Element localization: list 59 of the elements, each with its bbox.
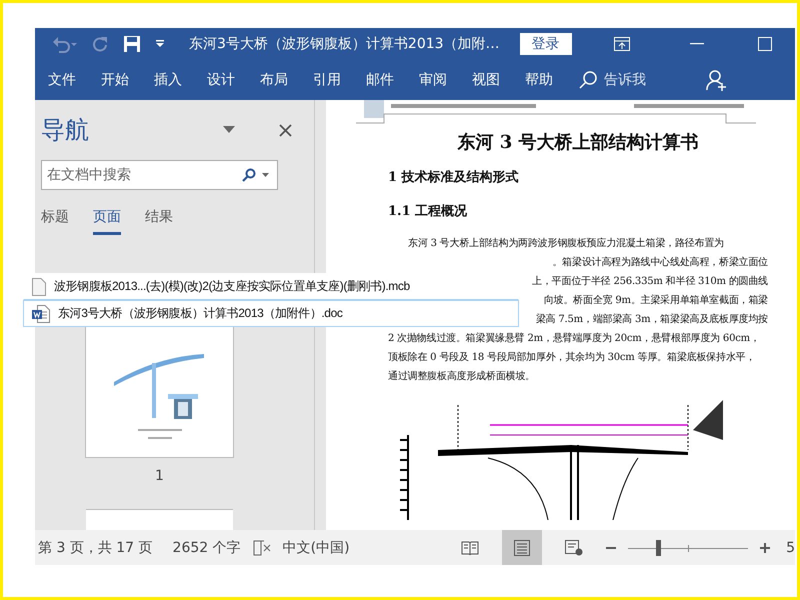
- word-document-icon: [32, 304, 50, 322]
- window-title: 东河3号大桥（波形钢腹板）计算书2013（加附…: [189, 35, 500, 53]
- section-heading: 1 技术标准及结构形式: [388, 169, 520, 186]
- text-line: 顶板除在 0 号段及 18 号段局部加厚外，其余均为 30cm 等厚。箱梁底板保持水平，: [388, 350, 756, 365]
- zoom-level[interactable]: 5: [786, 540, 795, 556]
- ribbon-tab[interactable]: 帮助: [525, 71, 553, 89]
- document-title: 东河 3 号大桥上部结构计算书: [456, 131, 700, 154]
- maximize-icon[interactable]: [758, 37, 772, 51]
- ribbon-tab[interactable]: 设计: [207, 71, 235, 89]
- print-view-button[interactable]: [502, 530, 542, 565]
- dropdown-icon[interactable]: [223, 126, 235, 134]
- caret-icon[interactable]: [262, 173, 269, 177]
- caret-icon[interactable]: [155, 39, 165, 49]
- pane-tab[interactable]: 标题: [41, 208, 69, 235]
- search-input[interactable]: 在文档中搜索: [45, 166, 236, 184]
- tell-me-field[interactable]: 告诉我: [604, 71, 646, 89]
- file-icon: [32, 278, 46, 296]
- text-line: 通过调整腹板高度形成桥面横坡。: [388, 370, 536, 384]
- text-line: 上，平面位于半径 256.335m 和半径 310m 的圆曲线: [532, 274, 768, 289]
- add-person-icon[interactable]: [706, 69, 728, 91]
- ribbon-tab[interactable]: 插入: [154, 71, 182, 89]
- proofing-icon[interactable]: [252, 540, 271, 556]
- pane-tab[interactable]: 结果: [145, 208, 173, 235]
- login-button[interactable]: 登录: [520, 33, 572, 55]
- text-line: 梁高 7.5m，端部梁高 3m，箱梁梁高及底板厚度均按: [536, 312, 768, 327]
- ribbon-tab[interactable]: 引用: [313, 71, 341, 89]
- search-box[interactable]: 在文档中搜索: [41, 160, 278, 190]
- book-icon: [461, 540, 480, 554]
- ribbon-tab[interactable]: 开始: [101, 71, 129, 89]
- pane-tab[interactable]: 页面: [93, 208, 121, 235]
- page-number: 1: [155, 468, 164, 484]
- minimize-icon[interactable]: [690, 43, 704, 45]
- web-page-icon: [565, 540, 584, 556]
- save-icon[interactable]: [123, 35, 141, 53]
- page-icon: [513, 540, 532, 556]
- page-count[interactable]: 第 3 页，共 17 页: [38, 538, 153, 556]
- ribbon-tab[interactable]: 文件: [48, 71, 76, 89]
- ribbon-tab[interactable]: 邮件: [366, 71, 394, 89]
- ribbon-tab[interactable]: 审阅: [419, 71, 447, 89]
- zoom-in-icon[interactable]: [760, 542, 770, 552]
- ribbon-tab[interactable]: 视图: [472, 71, 500, 89]
- text-line: 东河 3 号大桥上部结构为两跨波形钢腹板预应力混凝土箱梁，路径布置为: [407, 236, 725, 251]
- ribbon-tab[interactable]: 布局: [260, 71, 288, 89]
- language-label[interactable]: 中文(中国): [282, 538, 350, 556]
- file-item[interactable]: 东河3号大桥（波形钢腹板）计算书2013（加附件）.doc: [23, 300, 519, 327]
- slider-thumb[interactable]: [656, 540, 661, 556]
- pane-title: 导航: [41, 115, 89, 146]
- word-count[interactable]: 2652 个字: [172, 538, 241, 556]
- zoom-slider[interactable]: [628, 540, 748, 556]
- ribbon-options-icon[interactable]: [614, 37, 630, 51]
- page-thumbnail[interactable]: [86, 509, 233, 530]
- text-line: 。箱梁设计高程为路线中心线处高程，桥梁立面位: [552, 256, 768, 270]
- text-line: 向坡。桥面全宽 9m。主梁采用单箱单室截面，箱梁: [544, 294, 768, 308]
- file-item[interactable]: 波形钢腹板2013...(去)(模)(改)2(边支座按实际位置单支座)(删刚书).mcb: [23, 273, 519, 300]
- search-icon[interactable]: [242, 168, 256, 182]
- close-icon[interactable]: [279, 124, 292, 136]
- search-icon[interactable]: [578, 70, 598, 90]
- text-line: 2 次抛物线过渡。箱梁翼缘悬臂 2m，悬臂端厚度为 20cm，悬臂根部厚度为 60cm，: [388, 332, 761, 346]
- subsection-heading: 1.1 工程概况: [388, 203, 468, 220]
